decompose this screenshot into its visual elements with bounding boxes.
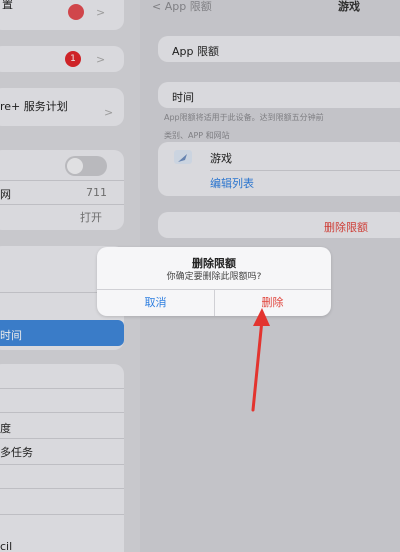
annotation-arrow-icon	[251, 308, 270, 412]
